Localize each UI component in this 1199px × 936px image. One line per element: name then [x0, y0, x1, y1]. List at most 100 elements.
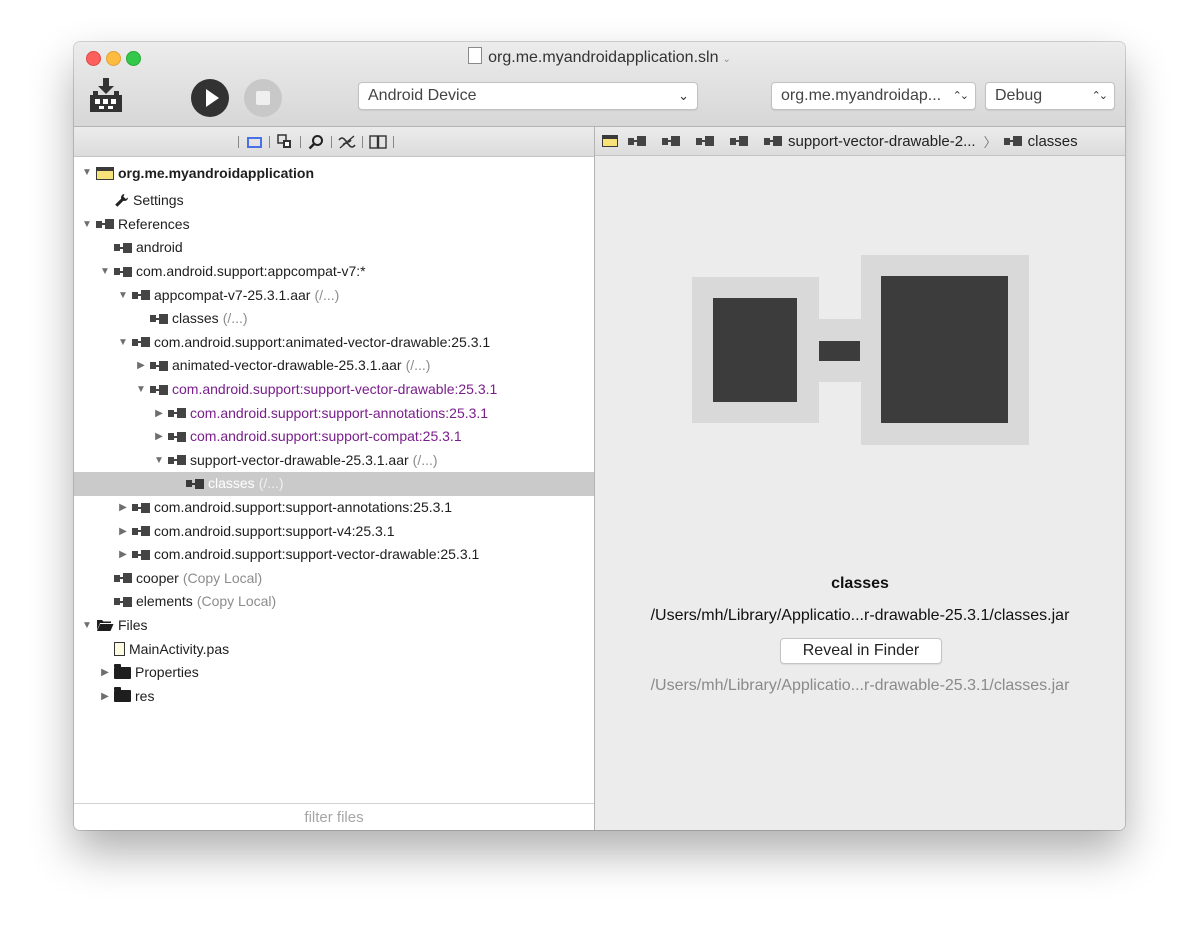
tree-item[interactable]: ▼ References — [74, 213, 594, 237]
tree-item[interactable]: ▶ com.android.support:support-annotations… — [74, 496, 594, 520]
breadcrumb-item[interactable]: support-vector-drawable-2... — [764, 133, 976, 150]
reference-icon — [168, 455, 186, 466]
document-icon — [468, 47, 483, 64]
reference-icon — [150, 313, 168, 324]
tree-item[interactable]: ▼ support-vector-drawable-25.3.1.aar (/...… — [74, 449, 594, 473]
run-button[interactable] — [191, 79, 229, 117]
disclosure-open-icon[interactable]: ▼ — [116, 284, 130, 307]
device-select[interactable]: Android Device ⌄ — [358, 82, 698, 110]
solution-view-icon[interactable] — [245, 134, 263, 150]
tree-item[interactable]: ▶ Properties — [74, 661, 594, 685]
breadcrumb-item[interactable] — [696, 136, 720, 146]
tree-item-label: com.android.support:support-compat:25.3.… — [190, 428, 462, 445]
disclosure-open-icon[interactable]: ▼ — [80, 153, 94, 193]
toolbar-separator — [238, 136, 239, 148]
tree-item-label: com.android.support:support-vector-drawa… — [172, 381, 498, 398]
reference-icon — [730, 136, 748, 146]
window-title[interactable]: org.me.myandroidapplication.sln ⌄ — [74, 47, 1125, 67]
disclosure-open-icon[interactable]: ▼ — [80, 614, 94, 637]
tree-item-label: classes — [208, 475, 255, 492]
disclosure-closed-icon[interactable]: ▶ — [116, 520, 130, 543]
tree-item[interactable]: ▶ com.android.support:support-v4:25.3.1 — [74, 519, 594, 543]
disclosure-open-icon[interactable]: ▼ — [152, 449, 166, 472]
solution-pane: ▼ org.me.myandroidapplication Settings ▼ Ref… — [74, 127, 595, 830]
build-config-select[interactable]: Debug ⌃⌄ — [985, 82, 1115, 110]
diff-icon[interactable] — [338, 134, 356, 150]
tree-root-item[interactable]: ▼ org.me.myandroidapplication — [74, 157, 594, 189]
reference-icon — [132, 337, 150, 348]
tree-item[interactable]: ▼ com.android.support:animated-vector-dra… — [74, 331, 594, 355]
tree-item[interactable]: classes (/...) — [74, 307, 594, 331]
tree-item-label: elements — [136, 593, 193, 610]
file-icon — [114, 642, 125, 657]
wrench-icon — [114, 193, 129, 208]
breadcrumb-item[interactable] — [628, 136, 652, 146]
filter-files-input[interactable]: filter files — [74, 803, 594, 830]
reference-icon — [150, 384, 168, 395]
disclosure-open-icon[interactable]: ▼ — [98, 260, 112, 283]
breadcrumb-label: classes — [1027, 132, 1078, 150]
tree-item[interactable]: MainActivity.pas — [74, 637, 594, 661]
tree-item[interactable]: elements (Copy Local) — [74, 590, 594, 614]
disclosure-closed-icon[interactable]: ▶ — [98, 661, 112, 684]
disclosure-closed-icon[interactable]: ▶ — [116, 543, 130, 566]
stop-button[interactable] — [244, 79, 282, 117]
reference-icon — [168, 408, 186, 419]
reference-icon — [132, 290, 150, 301]
tree-item[interactable]: cooper (Copy Local) — [74, 567, 594, 591]
book-icon[interactable] — [369, 134, 387, 150]
reference-icon — [132, 502, 150, 513]
tree-item-label: Files — [118, 616, 148, 633]
tree-item[interactable]: ▶ animated-vector-drawable-25.3.1.aar (/..… — [74, 354, 594, 378]
tree-item-label: MainActivity.pas — [129, 640, 230, 657]
tree-item[interactable]: Settings — [74, 189, 594, 213]
tree-item[interactable]: ▼ appcompat-v7-25.3.1.aar (/...) — [74, 283, 594, 307]
title-chevron-icon: ⌄ — [722, 54, 731, 65]
tree-item[interactable]: ▶ com.android.support:support-compat:25.3… — [74, 425, 594, 449]
disclosure-closed-icon[interactable]: ▶ — [152, 402, 166, 425]
disclosure-closed-icon[interactable]: ▶ — [134, 354, 148, 377]
detail-path: /Users/mh/Library/Applicatio...r-drawabl… — [650, 607, 1070, 624]
disclosure-open-icon[interactable]: ▼ — [134, 378, 148, 401]
tree-item-suffix: (Copy Local) — [182, 569, 263, 586]
reveal-in-finder-button[interactable]: Reveal in Finder — [780, 638, 942, 664]
breadcrumb-item[interactable]: classes — [1003, 132, 1078, 150]
breadcrumb-item[interactable] — [730, 136, 754, 146]
disclosure-closed-icon[interactable]: ▶ — [116, 496, 130, 519]
tree-item[interactable]: ▼ com.android.support:appcompat-v7:* — [74, 260, 594, 284]
configuration-select[interactable]: org.me.myandroidap... ⌃⌄ — [771, 82, 976, 110]
tree-item-label: com.android.support:support-vector-drawa… — [154, 546, 480, 563]
search-icon[interactable] — [307, 134, 325, 150]
disclosure-closed-icon[interactable]: ▶ — [152, 425, 166, 448]
folder-icon — [114, 663, 131, 679]
breadcrumb-item[interactable] — [602, 135, 618, 147]
tree-item[interactable]: classes (/...) — [74, 472, 594, 496]
disclosure-closed-icon[interactable]: ▶ — [98, 685, 112, 708]
tree-item-label: animated-vector-drawable-25.3.1.aar — [172, 357, 402, 374]
tree-item-label: support-vector-drawable-25.3.1.aar — [190, 451, 409, 468]
tree-item[interactable]: android — [74, 236, 594, 260]
tree-item[interactable]: ▶ com.android.support:support-annotations… — [74, 401, 594, 425]
tree-item[interactable]: ▶ res — [74, 684, 594, 708]
tree-item-label: References — [118, 215, 190, 232]
class-view-icon[interactable] — [276, 134, 294, 150]
tree-item-label: com.android.support:support-annotations:… — [154, 499, 453, 516]
breadcrumb-item[interactable] — [662, 136, 686, 146]
reference-icon — [96, 219, 114, 230]
tree-item[interactable]: ▶ com.android.support:support-vector-draw… — [74, 543, 594, 567]
reference-icon — [696, 136, 714, 146]
reference-icon — [132, 549, 150, 560]
tree-item[interactable]: ▼ com.android.support:support-vector-draw… — [74, 378, 594, 402]
tree-item-label: org.me.myandroidapplication — [118, 165, 315, 181]
device-select-value: Android Device — [368, 87, 477, 104]
ide-window: org.me.myandroidapplication.sln ⌄ Android… — [74, 42, 1125, 830]
disclosure-open-icon[interactable]: ▼ — [116, 331, 130, 354]
tree-item-label: com.android.support:support-annotations:… — [190, 404, 489, 421]
window-title-text: org.me.myandroidapplication.sln — [488, 49, 719, 66]
title-toolbar: org.me.myandroidapplication.sln ⌄ Android… — [74, 42, 1125, 127]
disclosure-open-icon[interactable]: ▼ — [80, 213, 94, 236]
reference-icon — [132, 526, 150, 537]
build-icon[interactable] — [88, 76, 124, 114]
configuration-select-value: org.me.myandroidap... — [781, 87, 942, 104]
tree-item[interactable]: ▼ Files — [74, 614, 594, 638]
